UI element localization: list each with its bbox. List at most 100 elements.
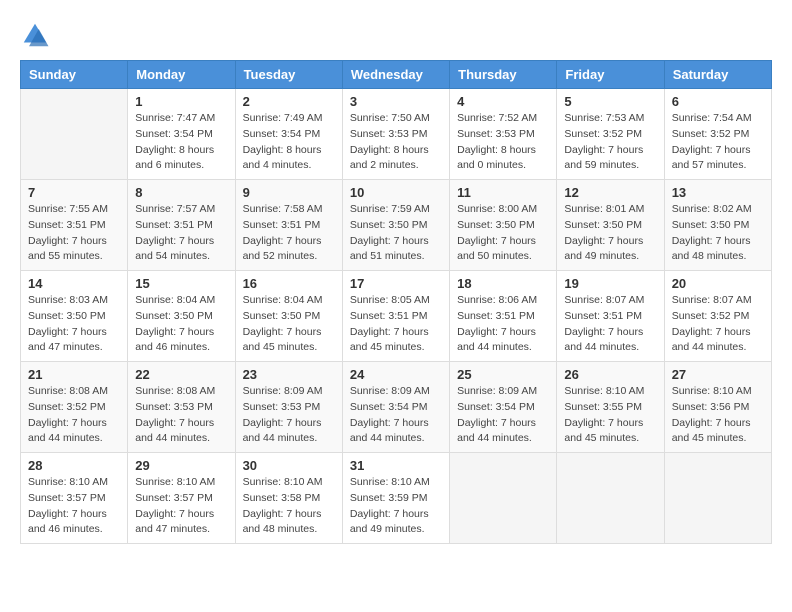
day-info: Sunrise: 8:09 AMSunset: 3:53 PMDaylight:… xyxy=(243,384,335,447)
day-info: Sunrise: 7:59 AMSunset: 3:50 PMDaylight:… xyxy=(350,202,442,265)
calendar-cell: 17 Sunrise: 8:05 AMSunset: 3:51 PMDaylig… xyxy=(342,271,449,362)
day-info: Sunrise: 7:53 AMSunset: 3:52 PMDaylight:… xyxy=(564,111,656,174)
day-number: 25 xyxy=(457,367,549,382)
day-number: 11 xyxy=(457,185,549,200)
calendar-cell: 28 Sunrise: 8:10 AMSunset: 3:57 PMDaylig… xyxy=(21,453,128,544)
calendar-week-row: 7 Sunrise: 7:55 AMSunset: 3:51 PMDayligh… xyxy=(21,180,772,271)
logo-icon xyxy=(20,20,50,50)
day-number: 30 xyxy=(243,458,335,473)
day-number: 18 xyxy=(457,276,549,291)
calendar-cell: 24 Sunrise: 8:09 AMSunset: 3:54 PMDaylig… xyxy=(342,362,449,453)
calendar-cell: 27 Sunrise: 8:10 AMSunset: 3:56 PMDaylig… xyxy=(664,362,771,453)
day-number: 31 xyxy=(350,458,442,473)
day-number: 26 xyxy=(564,367,656,382)
day-number: 27 xyxy=(672,367,764,382)
day-number: 2 xyxy=(243,94,335,109)
day-number: 12 xyxy=(564,185,656,200)
calendar-header-thursday: Thursday xyxy=(450,61,557,89)
day-info: Sunrise: 8:07 AMSunset: 3:51 PMDaylight:… xyxy=(564,293,656,356)
calendar-header-monday: Monday xyxy=(128,61,235,89)
calendar-week-row: 14 Sunrise: 8:03 AMSunset: 3:50 PMDaylig… xyxy=(21,271,772,362)
day-number: 29 xyxy=(135,458,227,473)
logo xyxy=(20,20,54,50)
calendar-table: SundayMondayTuesdayWednesdayThursdayFrid… xyxy=(20,60,772,544)
day-number: 13 xyxy=(672,185,764,200)
day-info: Sunrise: 7:55 AMSunset: 3:51 PMDaylight:… xyxy=(28,202,120,265)
calendar-cell: 20 Sunrise: 8:07 AMSunset: 3:52 PMDaylig… xyxy=(664,271,771,362)
day-info: Sunrise: 8:10 AMSunset: 3:56 PMDaylight:… xyxy=(672,384,764,447)
day-info: Sunrise: 7:50 AMSunset: 3:53 PMDaylight:… xyxy=(350,111,442,174)
calendar-header-row: SundayMondayTuesdayWednesdayThursdayFrid… xyxy=(21,61,772,89)
calendar-cell: 7 Sunrise: 7:55 AMSunset: 3:51 PMDayligh… xyxy=(21,180,128,271)
day-info: Sunrise: 8:10 AMSunset: 3:58 PMDaylight:… xyxy=(243,475,335,538)
day-number: 15 xyxy=(135,276,227,291)
calendar-cell: 21 Sunrise: 8:08 AMSunset: 3:52 PMDaylig… xyxy=(21,362,128,453)
day-info: Sunrise: 7:49 AMSunset: 3:54 PMDaylight:… xyxy=(243,111,335,174)
day-info: Sunrise: 8:08 AMSunset: 3:52 PMDaylight:… xyxy=(28,384,120,447)
calendar-cell: 14 Sunrise: 8:03 AMSunset: 3:50 PMDaylig… xyxy=(21,271,128,362)
calendar-cell: 30 Sunrise: 8:10 AMSunset: 3:58 PMDaylig… xyxy=(235,453,342,544)
day-number: 22 xyxy=(135,367,227,382)
calendar-header-wednesday: Wednesday xyxy=(342,61,449,89)
day-number: 23 xyxy=(243,367,335,382)
calendar-cell: 11 Sunrise: 8:00 AMSunset: 3:50 PMDaylig… xyxy=(450,180,557,271)
day-number: 14 xyxy=(28,276,120,291)
day-number: 9 xyxy=(243,185,335,200)
day-number: 21 xyxy=(28,367,120,382)
day-number: 4 xyxy=(457,94,549,109)
day-info: Sunrise: 7:57 AMSunset: 3:51 PMDaylight:… xyxy=(135,202,227,265)
day-info: Sunrise: 8:00 AMSunset: 3:50 PMDaylight:… xyxy=(457,202,549,265)
day-info: Sunrise: 8:01 AMSunset: 3:50 PMDaylight:… xyxy=(564,202,656,265)
calendar-header-saturday: Saturday xyxy=(664,61,771,89)
day-number: 3 xyxy=(350,94,442,109)
day-number: 7 xyxy=(28,185,120,200)
day-info: Sunrise: 8:06 AMSunset: 3:51 PMDaylight:… xyxy=(457,293,549,356)
day-number: 24 xyxy=(350,367,442,382)
calendar-cell: 10 Sunrise: 7:59 AMSunset: 3:50 PMDaylig… xyxy=(342,180,449,271)
calendar-cell: 1 Sunrise: 7:47 AMSunset: 3:54 PMDayligh… xyxy=(128,89,235,180)
day-info: Sunrise: 7:58 AMSunset: 3:51 PMDaylight:… xyxy=(243,202,335,265)
calendar-week-row: 1 Sunrise: 7:47 AMSunset: 3:54 PMDayligh… xyxy=(21,89,772,180)
day-info: Sunrise: 8:10 AMSunset: 3:59 PMDaylight:… xyxy=(350,475,442,538)
day-number: 19 xyxy=(564,276,656,291)
calendar-cell xyxy=(450,453,557,544)
calendar-cell: 8 Sunrise: 7:57 AMSunset: 3:51 PMDayligh… xyxy=(128,180,235,271)
calendar-header-tuesday: Tuesday xyxy=(235,61,342,89)
calendar-cell: 15 Sunrise: 8:04 AMSunset: 3:50 PMDaylig… xyxy=(128,271,235,362)
calendar-cell: 9 Sunrise: 7:58 AMSunset: 3:51 PMDayligh… xyxy=(235,180,342,271)
day-info: Sunrise: 7:54 AMSunset: 3:52 PMDaylight:… xyxy=(672,111,764,174)
calendar-cell: 29 Sunrise: 8:10 AMSunset: 3:57 PMDaylig… xyxy=(128,453,235,544)
day-number: 10 xyxy=(350,185,442,200)
calendar-cell: 6 Sunrise: 7:54 AMSunset: 3:52 PMDayligh… xyxy=(664,89,771,180)
page-header xyxy=(20,20,772,50)
day-info: Sunrise: 8:02 AMSunset: 3:50 PMDaylight:… xyxy=(672,202,764,265)
calendar-week-row: 21 Sunrise: 8:08 AMSunset: 3:52 PMDaylig… xyxy=(21,362,772,453)
calendar-cell: 2 Sunrise: 7:49 AMSunset: 3:54 PMDayligh… xyxy=(235,89,342,180)
calendar-cell: 22 Sunrise: 8:08 AMSunset: 3:53 PMDaylig… xyxy=(128,362,235,453)
day-info: Sunrise: 8:03 AMSunset: 3:50 PMDaylight:… xyxy=(28,293,120,356)
day-number: 1 xyxy=(135,94,227,109)
day-info: Sunrise: 8:05 AMSunset: 3:51 PMDaylight:… xyxy=(350,293,442,356)
day-info: Sunrise: 8:10 AMSunset: 3:57 PMDaylight:… xyxy=(28,475,120,538)
day-number: 5 xyxy=(564,94,656,109)
calendar-cell: 26 Sunrise: 8:10 AMSunset: 3:55 PMDaylig… xyxy=(557,362,664,453)
calendar-cell xyxy=(557,453,664,544)
calendar-cell: 18 Sunrise: 8:06 AMSunset: 3:51 PMDaylig… xyxy=(450,271,557,362)
day-info: Sunrise: 8:07 AMSunset: 3:52 PMDaylight:… xyxy=(672,293,764,356)
calendar-cell: 3 Sunrise: 7:50 AMSunset: 3:53 PMDayligh… xyxy=(342,89,449,180)
day-number: 28 xyxy=(28,458,120,473)
calendar-cell: 31 Sunrise: 8:10 AMSunset: 3:59 PMDaylig… xyxy=(342,453,449,544)
day-info: Sunrise: 8:09 AMSunset: 3:54 PMDaylight:… xyxy=(457,384,549,447)
calendar-header-sunday: Sunday xyxy=(21,61,128,89)
calendar-cell: 13 Sunrise: 8:02 AMSunset: 3:50 PMDaylig… xyxy=(664,180,771,271)
day-number: 17 xyxy=(350,276,442,291)
day-info: Sunrise: 8:10 AMSunset: 3:57 PMDaylight:… xyxy=(135,475,227,538)
day-number: 6 xyxy=(672,94,764,109)
day-info: Sunrise: 7:47 AMSunset: 3:54 PMDaylight:… xyxy=(135,111,227,174)
day-info: Sunrise: 8:04 AMSunset: 3:50 PMDaylight:… xyxy=(243,293,335,356)
calendar-week-row: 28 Sunrise: 8:10 AMSunset: 3:57 PMDaylig… xyxy=(21,453,772,544)
day-number: 8 xyxy=(135,185,227,200)
calendar-cell: 19 Sunrise: 8:07 AMSunset: 3:51 PMDaylig… xyxy=(557,271,664,362)
calendar-cell xyxy=(21,89,128,180)
calendar-cell: 23 Sunrise: 8:09 AMSunset: 3:53 PMDaylig… xyxy=(235,362,342,453)
